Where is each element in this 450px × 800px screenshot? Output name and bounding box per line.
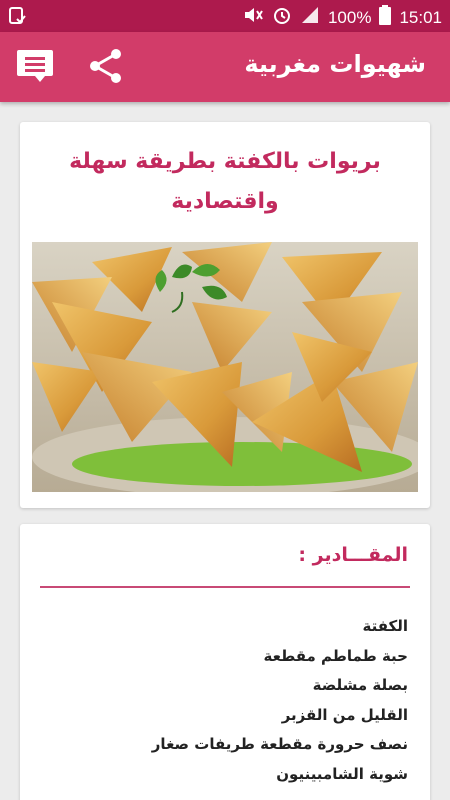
mute-icon	[242, 5, 264, 30]
list-item: حبة طماطم مقطعة	[263, 646, 408, 665]
divider	[40, 586, 410, 588]
clock: 15:01	[399, 7, 442, 27]
recipe-title-line-1: بريوات بالكفتة بطريقة سهلة	[69, 149, 381, 174]
message-menu-button[interactable]	[16, 46, 54, 86]
app-bar: شهيوات مغربية	[0, 32, 450, 102]
alarm-icon	[272, 5, 292, 30]
list-item: القليل من القزبر	[281, 705, 408, 724]
ingredients-heading: المقـــادير :	[298, 544, 408, 566]
status-bar: 100% 15:01	[0, 0, 450, 32]
battery-text: 100%	[327, 7, 372, 27]
recipe-title-line-2: واقتصادية	[171, 189, 279, 214]
ingredients-card: المقـــادير : الكفتة حبة طماطم مقطعة بصل…	[20, 524, 430, 800]
share-icon	[90, 49, 121, 83]
list-item: بصلة مشلضة	[312, 676, 408, 694]
message-menu-icon	[17, 50, 53, 82]
notification-icon	[8, 6, 26, 31]
signal-icon	[300, 5, 320, 30]
ingredients-list: الكفتة حبة طماطم مقطعة بصلة مشلضة القليل…	[40, 612, 408, 789]
app-title: شهيوات مغربية	[244, 50, 426, 78]
list-item: نصف حرورة مقطعة طريفات صغار	[151, 735, 408, 753]
share-button[interactable]	[88, 46, 124, 86]
recipe-card: بريوات بالكفتة بطريقة سهلة واقتصادية	[20, 122, 430, 508]
recipe-image	[32, 242, 418, 492]
list-item: شوية الشامبينيون	[276, 764, 408, 783]
battery-icon	[379, 5, 392, 30]
recipe-title: بريوات بالكفتة بطريقة سهلة واقتصادية	[32, 142, 418, 222]
list-item: الكفتة	[362, 617, 408, 635]
